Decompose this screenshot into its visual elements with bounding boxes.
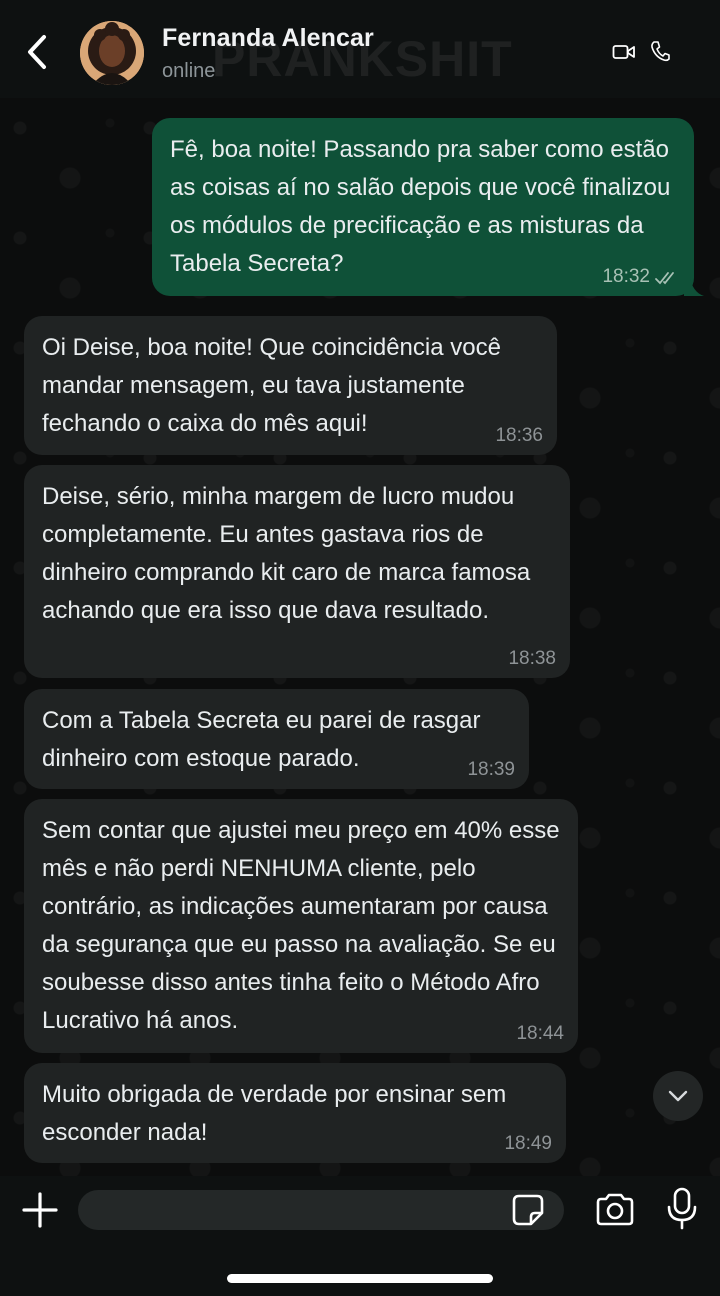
message-text: Com a Tabela Secreta eu parei de rasgar … bbox=[42, 707, 481, 772]
message-text: Fê, boa noite! Passando pra saber como e… bbox=[170, 136, 671, 277]
message-incoming[interactable]: Oi Deise, boa noite! Que coincidência vo… bbox=[24, 316, 557, 455]
sticker-icon bbox=[512, 1194, 544, 1226]
contact-name[interactable]: Fernanda Alencar bbox=[162, 24, 374, 53]
attach-button[interactable] bbox=[20, 1190, 60, 1230]
message-time: 18:38 bbox=[508, 648, 556, 669]
contact-status: online bbox=[162, 60, 216, 82]
double-check-icon bbox=[655, 272, 674, 285]
back-button[interactable] bbox=[20, 32, 54, 72]
plus-icon bbox=[22, 1192, 58, 1228]
message-time: 18:39 bbox=[467, 759, 515, 780]
message-text: Sem contar que ajustei meu preço em 40% … bbox=[42, 817, 560, 1034]
message-text: Muito obrigada de verdade por ensinar se… bbox=[42, 1081, 507, 1146]
avatar[interactable] bbox=[80, 21, 144, 85]
sticker-button[interactable] bbox=[510, 1192, 546, 1228]
message-outgoing[interactable]: Fê, boa noite! Passando pra saber como e… bbox=[152, 118, 704, 296]
message-input[interactable] bbox=[78, 1190, 564, 1230]
message-time: 18:49 bbox=[504, 1133, 552, 1154]
message-text: Oi Deise, boa noite! Que coincidência vo… bbox=[42, 334, 501, 437]
scroll-to-bottom-button[interactable] bbox=[653, 1071, 703, 1121]
message-incoming[interactable]: Deise, sério, minha margem de lucro mudo… bbox=[24, 465, 570, 678]
voice-call-button[interactable] bbox=[650, 40, 670, 62]
microphone-button[interactable] bbox=[666, 1187, 698, 1231]
contact-photo bbox=[80, 21, 144, 85]
message-incoming[interactable]: Muito obrigada de verdade por ensinar se… bbox=[24, 1063, 566, 1163]
bubble-tail bbox=[684, 276, 704, 296]
phone-icon bbox=[651, 41, 670, 62]
chevron-left-icon bbox=[28, 35, 46, 69]
home-indicator[interactable] bbox=[227, 1274, 493, 1283]
message-incoming[interactable]: Sem contar que ajustei meu preço em 40% … bbox=[24, 799, 578, 1053]
microphone-icon bbox=[667, 1187, 697, 1230]
video-camera-icon bbox=[612, 45, 635, 59]
camera-icon bbox=[596, 1193, 634, 1226]
chevron-down-icon bbox=[668, 1090, 688, 1102]
message-text: Deise, sério, minha margem de lucro mudo… bbox=[42, 483, 531, 624]
camera-button[interactable] bbox=[594, 1192, 636, 1228]
message-time: 18:32 bbox=[602, 266, 650, 287]
message-incoming[interactable]: Com a Tabela Secreta eu parei de rasgar … bbox=[24, 689, 529, 789]
message-time: 18:36 bbox=[495, 425, 543, 446]
message-time: 18:44 bbox=[516, 1023, 564, 1044]
video-call-button[interactable] bbox=[612, 42, 636, 62]
